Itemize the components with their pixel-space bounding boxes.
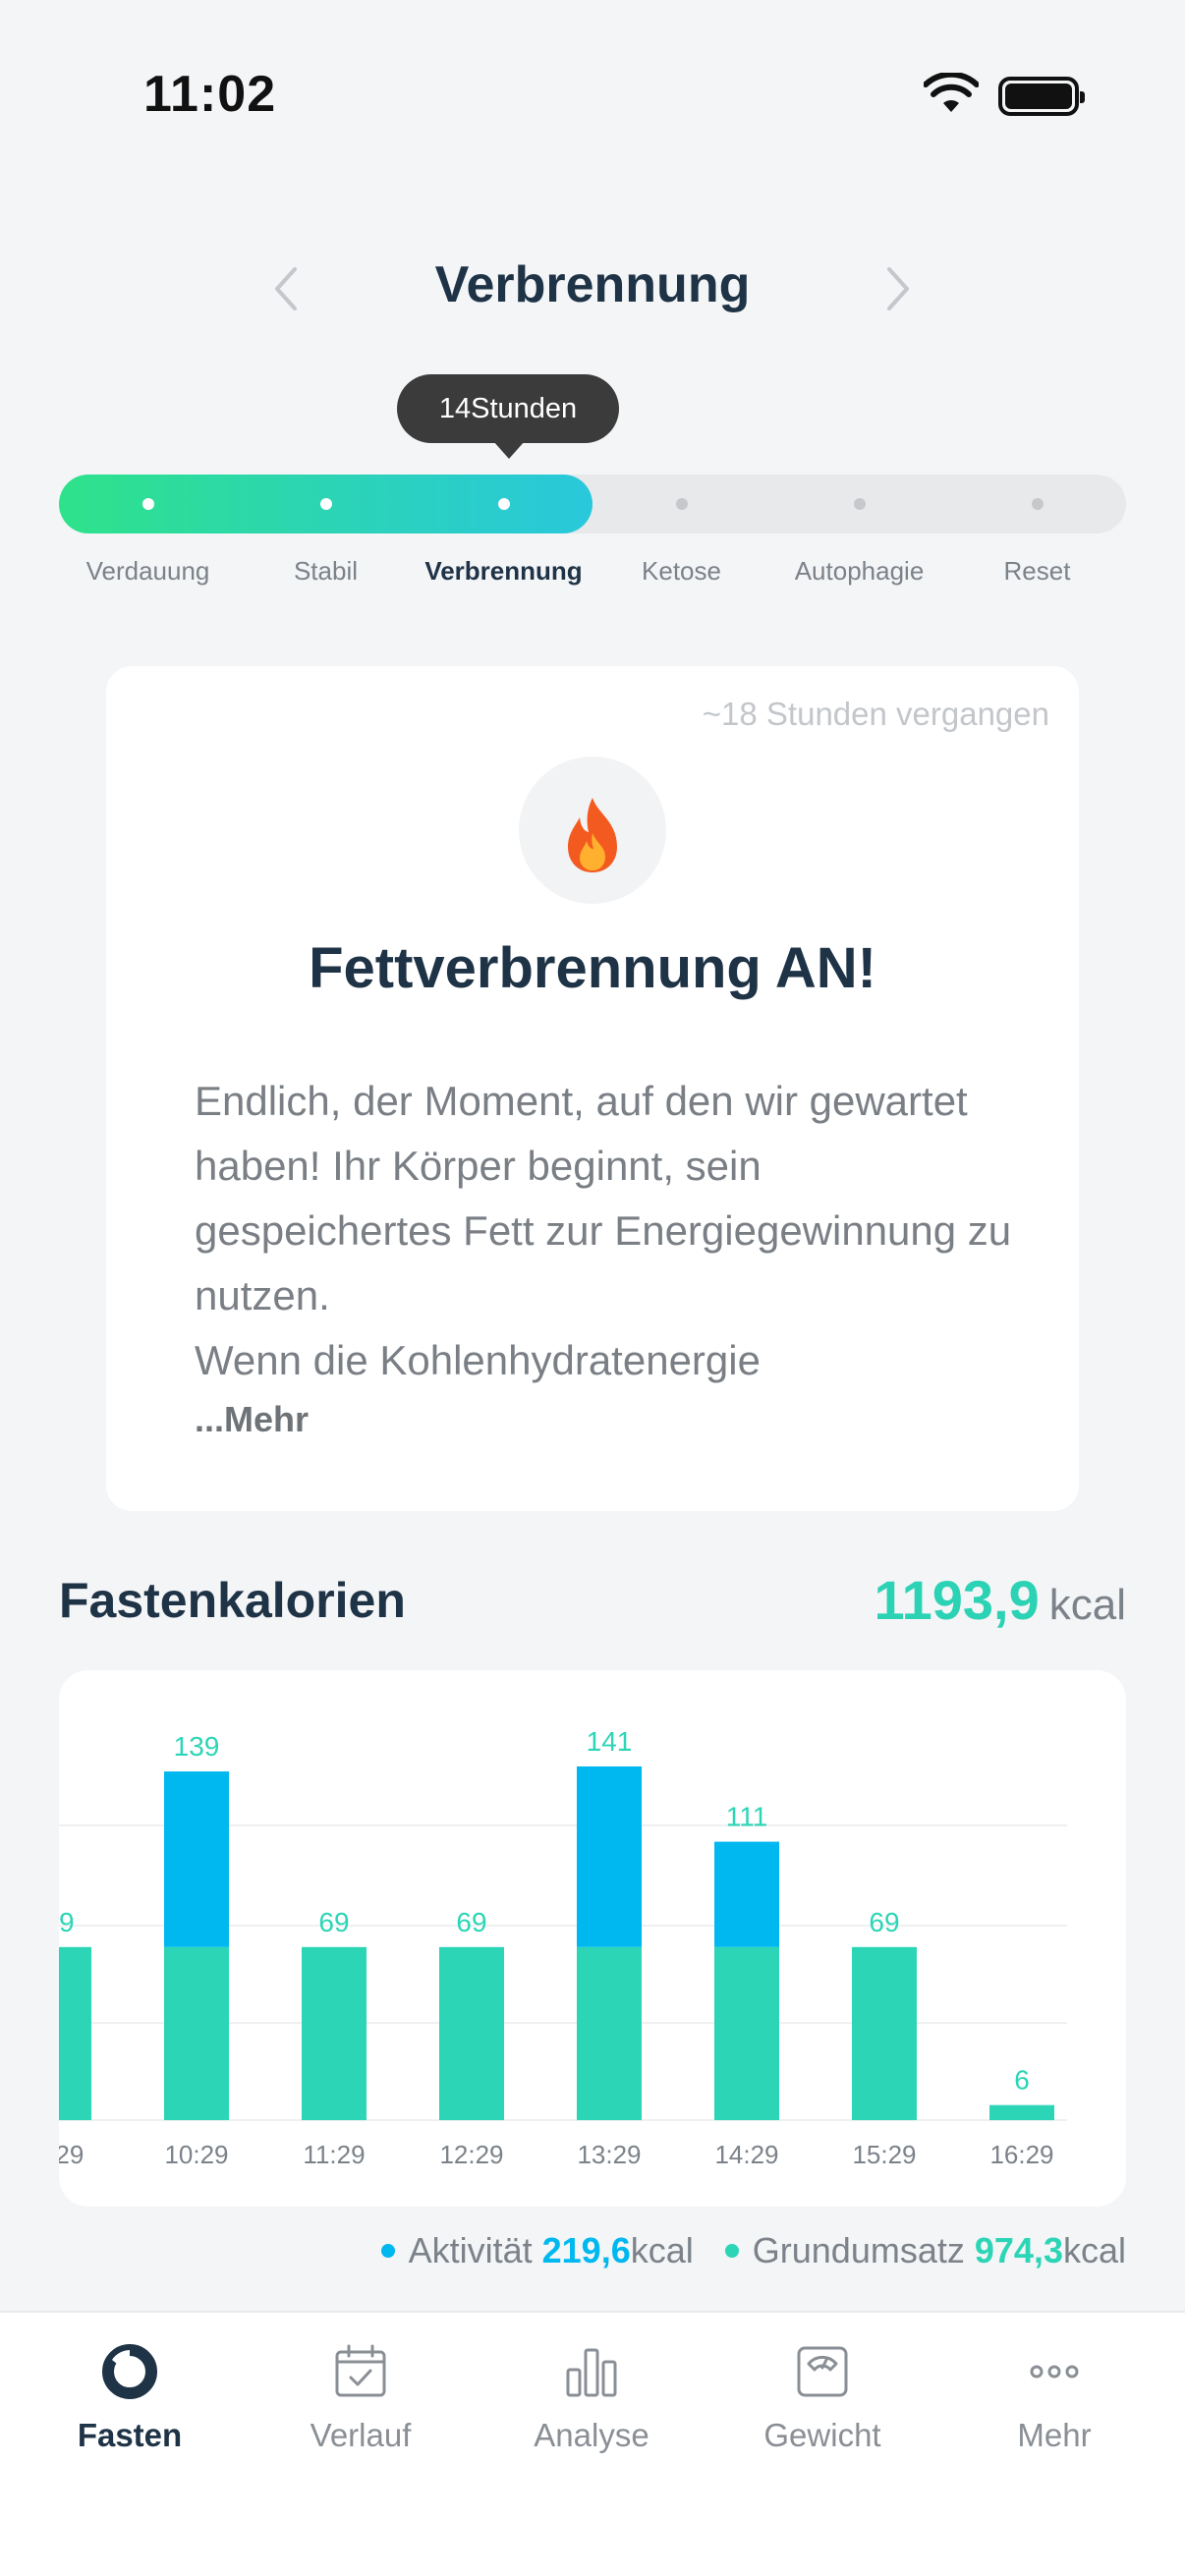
tab-gewicht[interactable]: Gewicht [724,2340,921,2454]
tab-mehr[interactable]: Mehr [956,2340,1153,2454]
stage-title: Verbrennung [434,256,751,313]
x-tick-label-2: 11:29 [303,2140,365,2169]
stage-navigation: Verbrennung [0,246,1185,334]
stage-label-3[interactable]: Ketose [584,556,780,587]
legend-basal-value: 974,3 [974,2230,1063,2270]
wifi-icon [924,73,979,112]
x-tick-label-6: 15:29 [852,2140,916,2169]
more-link[interactable]: ...Mehr [195,1399,309,1440]
stage-dot-3 [675,498,688,510]
legend-activity-dot [380,2244,395,2258]
tab-verlauf-label: Verlauf [310,2417,412,2453]
data-label-1: 139 [174,1731,220,1762]
stage-dot-4 [853,498,866,510]
legend-basal: Grundumsatz 974,3 kcal [724,2230,1126,2271]
legend-activity: Aktivität 219,6 kcal [380,2230,694,2271]
data-label-2: 69 [318,1907,349,1937]
stage-label-2[interactable]: Verbrennung [406,556,602,587]
x-tick-label-7: 16:29 [989,2140,1053,2169]
legend-activity-value: 219,6 [541,2230,631,2270]
more-dots-icon [1030,2365,1079,2379]
bar-basal-0 [59,1946,91,2120]
fasting-calories-header: Fastenkalorien 1193,9 kcal [59,1569,1126,1641]
data-label-7: 6 [1014,2065,1030,2096]
fire-icon [568,798,617,872]
calories-total-value: 1193,9 [874,1569,1040,1631]
x-tick-label-5: 14:29 [714,2140,778,2169]
tab-analyse[interactable]: Analyse [493,2340,690,2454]
bar-activity-4 [577,1766,642,1947]
stage-label-0[interactable]: Verdauung [50,556,247,587]
status-time: 11:02 [143,66,277,123]
calories-unit: kcal [1048,1581,1126,1629]
bar-basal-5 [714,1946,779,2120]
stage-labels: Verdauung Stabil Verbrennung Ketose Autophag… [59,556,1126,595]
battery-icon [998,77,1085,116]
bar-activity-1 [164,1771,229,1947]
stage-dot-5 [1031,498,1044,510]
bar-activity-5 [714,1841,779,1947]
stage-label-4[interactable]: Autophagie [762,556,958,587]
bar-basal-6 [852,1946,917,2120]
fire-icon-badge [519,756,666,904]
stage-dot-0 [141,498,154,510]
x-tick-label-0: 9:29 [59,2140,84,2169]
tab-gewicht-label: Gewicht [763,2417,881,2453]
legend-activity-label: Aktivität [408,2230,533,2270]
tab-verlauf[interactable]: Verlauf [262,2340,459,2454]
x-tick-label-3: 12:29 [439,2140,503,2169]
stage-dot-2 [497,498,510,510]
bar-basal-2 [302,1946,367,2120]
legend-basal-dot [724,2244,739,2258]
data-label-4: 141 [587,1726,633,1757]
calories-chart[interactable]: 69 9:29 139 10:29 69 11:29 69 12:29 141 13:29 111 1… [59,1670,1126,2207]
calories-bar-chart: 69 9:29 139 10:29 69 11:29 69 12:29 141 13:29 111 1… [59,1726,1067,2169]
calendar-check-icon [335,2344,386,2397]
stage-label-1[interactable]: Stabil [228,556,424,587]
x-tick-label-1: 10:29 [164,2140,228,2169]
data-label-0: 69 [59,1907,75,1937]
bar-basal-4 [577,1946,642,2120]
fasting-progress-bar [59,475,1126,533]
bar-chart-icon [566,2348,617,2397]
bar-basal-7 [989,2104,1054,2120]
data-label-3: 69 [456,1907,486,1937]
x-tick-label-4: 13:29 [577,2140,641,2169]
data-label-5: 111 [726,1802,768,1832]
stage-info-card: ~18 Stunden vergangen Fettverbrennung AN… [106,666,1079,1511]
tab-analyse-label: Analyse [534,2417,649,2453]
card-description: Endlich, der Moment, auf den wir gewarte… [195,1078,1012,1383]
bar-basal-3 [439,1946,504,2120]
fasting-ring-icon [102,2344,157,2399]
fasting-calories-title: Fastenkalorien [59,1573,406,1628]
chart-legend: Aktivität 219,6 kcal Grundumsatz 974,3 kca… [350,2226,1126,2275]
legend-activity-unit: kcal [630,2230,694,2270]
stage-dot-1 [319,498,332,510]
tab-fasten-label: Fasten [77,2417,183,2453]
data-label-6: 69 [869,1907,899,1937]
calories-total: 1193,9 kcal [875,1568,1126,1632]
legend-basal-unit: kcal [1062,2230,1126,2270]
bottom-tab-bar: Fasten Verlauf Analyse Gewicht Mehr [0,2311,1185,2576]
chevron-right-icon[interactable] [877,263,917,314]
tab-mehr-label: Mehr [1017,2417,1092,2453]
scale-icon [797,2346,848,2397]
elapsed-hours-tooltip: 14Stunden [397,374,619,459]
elapsed-time: ~18 Stunden vergangen [702,696,1049,732]
tab-fasten[interactable]: Fasten [31,2340,228,2454]
bar-basal-1 [164,1946,229,2120]
card-title: Fettverbrennung AN! [309,936,876,1000]
stage-label-5[interactable]: Reset [939,556,1136,587]
status-bar: 11:02 [0,0,1185,147]
legend-basal-label: Grundumsatz [752,2230,965,2270]
